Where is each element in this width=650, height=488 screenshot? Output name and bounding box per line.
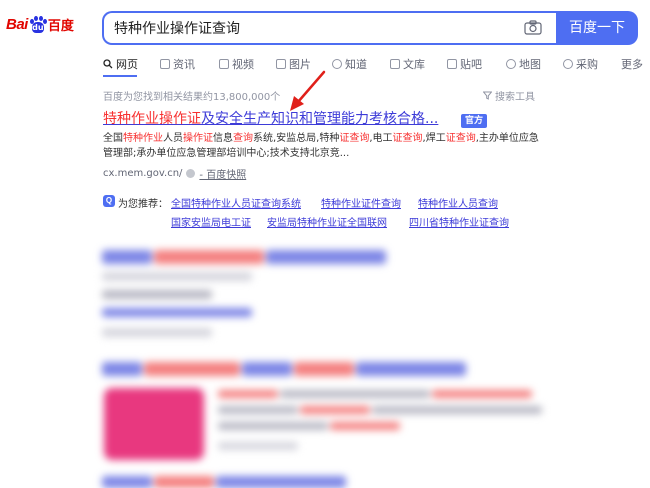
abstract-text: 人员 [163,133,183,144]
abstract-highlight: 查询 [233,133,253,144]
result-url-line: cx.mem.gov.cn/ - 百度快照 [103,166,246,181]
recommend-link[interactable]: 安监局特种作业证全国联网 [267,214,387,229]
search-box [102,11,556,45]
recommend-link[interactable]: 四川省特种作业证查询 [409,214,509,229]
tab-wenku[interactable]: 文库 [390,56,425,72]
abstract-highlight: 操作证 [183,133,213,144]
logo-text-bai: Bai [6,16,28,33]
logo-text-baidu: 百度 [47,19,74,34]
procurement-icon [563,59,573,69]
recommend-link[interactable]: 特种作业人员查询 [418,195,498,210]
tab-more[interactable]: 更多 [621,56,643,72]
filter-icon [483,91,492,100]
tab-map[interactable]: 地图 [506,56,541,72]
search-tabs: 网页 资讯 视频 图片 知道 文库 贴吧 地图 采购 更多 [103,56,648,74]
tab-procurement[interactable]: 采购 [563,56,598,72]
recommend-icon: Q [103,195,115,207]
search-tools-button[interactable]: 搜索工具 [483,88,535,103]
tieba-icon [447,59,457,69]
abstract-text: 全国 [103,133,123,144]
tab-zhidao[interactable]: 知道 [332,56,367,72]
abstract-highlight: 特种作业 [123,133,163,144]
video-icon [219,59,229,69]
abstract-highlight: 证查询 [339,133,370,144]
result-title-link[interactable]: 特种作业操作证及安全生产知识和管理能力考核合格... [103,108,438,128]
results-count: 百度为您找到相关结果约13,800,000个 [103,92,281,103]
active-tab-indicator [103,75,137,77]
tab-news[interactable]: 资讯 [160,56,195,72]
blurred-results [96,238,566,488]
search-input[interactable] [114,18,514,38]
abstract-text: 信息 [213,133,233,144]
question-icon [332,59,342,69]
security-shield-icon [186,169,196,178]
map-icon [506,59,516,69]
search-small-icon [103,59,113,69]
abstract-text: ,电工 [369,133,393,144]
result-url[interactable]: cx.mem.gov.cn/ [103,168,182,179]
recommend-link[interactable]: 国家安监局电工证 [171,214,251,229]
baidu-paw-icon: du [29,15,47,34]
abstract-highlight: 证查询 [392,133,423,144]
recommend-label: 为您推荐： [118,199,168,210]
tab-video[interactable]: 视频 [219,56,254,72]
official-badge: 官方 [461,114,487,128]
camera-icon[interactable] [524,20,542,35]
tab-tieba[interactable]: 贴吧 [447,56,482,72]
recommend-link[interactable]: 全国特种作业人员证查询系统 [171,195,301,210]
abstract-highlight: 证查询 [445,133,476,144]
snapshot-link[interactable]: - 百度快照 [199,166,246,181]
news-icon [160,59,170,69]
recommend-link[interactable]: 特种作业证件查询 [321,195,401,210]
abstract-text: 系统,安监总局,特种 [253,133,340,144]
search-button[interactable]: 百度一下 [556,11,638,45]
document-icon [390,59,400,69]
baidu-logo[interactable]: Bai du 百度 [6,15,74,34]
result-abstract: 全国特种作业人员操作证信息查询系统,安监总局,特种证查询,电工证查询,焊工证查询… [103,131,543,161]
abstract-text: ,焊工 [422,133,446,144]
tab-web[interactable]: 网页 [103,56,138,72]
